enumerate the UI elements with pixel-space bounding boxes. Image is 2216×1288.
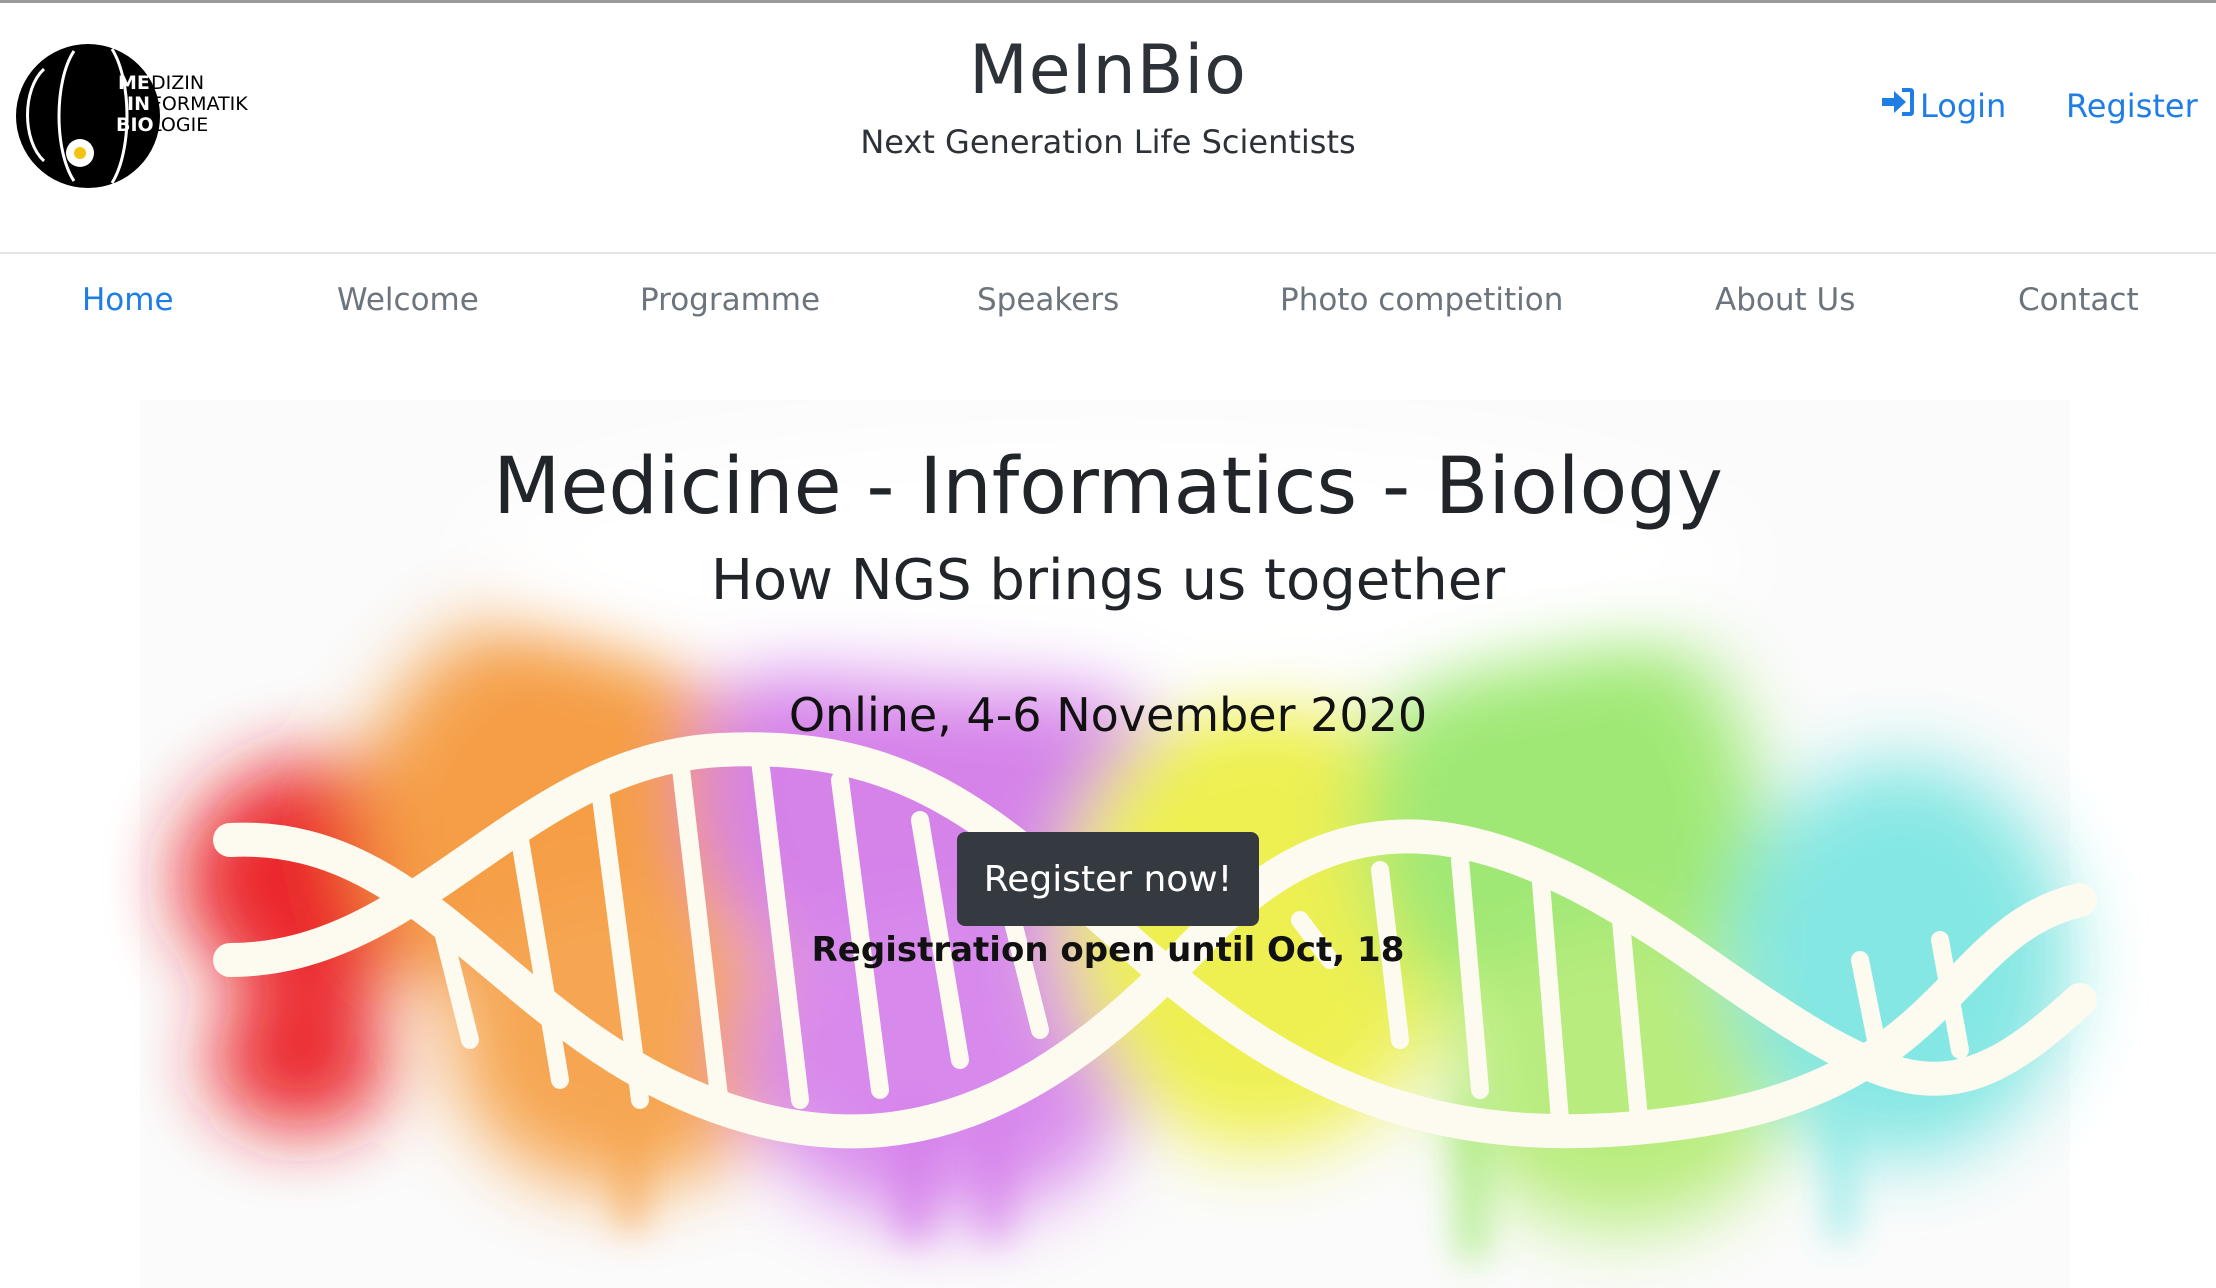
hero-title: Medicine - Informatics - Biology bbox=[493, 442, 1723, 532]
registration-deadline-note: Registration open until Oct, 18 bbox=[811, 930, 1405, 970]
site-header: ME DIZIN IN FORMATIK BIO LOGIE MeInBio N… bbox=[0, 3, 2216, 253]
nav-item-about-us[interactable]: About Us bbox=[1715, 282, 1855, 318]
login-label: Login bbox=[1920, 87, 2007, 125]
sign-in-icon bbox=[1880, 87, 1914, 125]
event-date: Online, 4-6 November 2020 bbox=[788, 688, 1428, 742]
register-link[interactable]: Register bbox=[2066, 87, 2198, 125]
nav-item-programme[interactable]: Programme bbox=[640, 282, 820, 318]
nav-item-home[interactable]: Home bbox=[82, 282, 174, 318]
nav-item-contact[interactable]: Contact bbox=[2018, 282, 2139, 318]
nav-item-photo-competition[interactable]: Photo competition bbox=[1280, 282, 1563, 318]
main-navigation: Home Welcome Programme Speakers Photo co… bbox=[0, 254, 2216, 348]
register-now-button[interactable]: Register now! bbox=[957, 832, 1259, 926]
nav-item-welcome[interactable]: Welcome bbox=[337, 282, 479, 318]
hero-banner: Medicine - Informatics - Biology How NGS… bbox=[0, 400, 2216, 1288]
login-link[interactable]: Login bbox=[1880, 87, 2006, 125]
hero-subtitle: How NGS brings us together bbox=[710, 548, 1506, 613]
site-subtitle: Next Generation Life Scientists bbox=[860, 123, 1356, 161]
nav-item-speakers[interactable]: Speakers bbox=[977, 282, 1119, 318]
